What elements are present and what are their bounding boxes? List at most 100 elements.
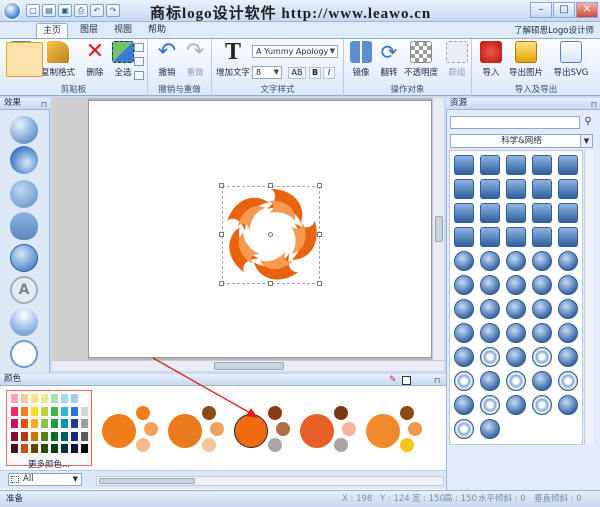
globe-icon[interactable] bbox=[558, 323, 578, 343]
globe-icon[interactable] bbox=[532, 251, 552, 271]
close-button[interactable]: ✕ bbox=[576, 2, 598, 18]
print-icon[interactable]: ⎙ bbox=[74, 4, 88, 17]
network-swirl-icon[interactable] bbox=[480, 347, 500, 367]
color-swatch[interactable] bbox=[50, 393, 59, 404]
globe-icon[interactable] bbox=[506, 347, 526, 367]
globe-icon[interactable] bbox=[480, 251, 500, 271]
more-colors-link[interactable]: 更多颜色... bbox=[6, 458, 92, 470]
effect-item-gradient[interactable] bbox=[10, 116, 38, 144]
color-swatch[interactable] bbox=[30, 405, 39, 417]
globe-icon[interactable] bbox=[532, 323, 552, 343]
opacity-button[interactable]: 不透明度 bbox=[402, 41, 440, 78]
pin-icon[interactable]: ⊓ bbox=[434, 376, 440, 385]
computer-device-icon[interactable] bbox=[558, 227, 578, 247]
cut-icon[interactable] bbox=[134, 43, 144, 52]
current-color-box[interactable] bbox=[402, 376, 411, 385]
color-set[interactable] bbox=[364, 404, 422, 460]
text-case-button[interactable]: AB bbox=[288, 67, 306, 79]
new-file-icon[interactable]: ▢ bbox=[26, 4, 40, 17]
computer-device-icon[interactable] bbox=[558, 179, 578, 199]
export-image-button[interactable]: 导出图片 bbox=[506, 41, 546, 78]
computer-device-icon[interactable] bbox=[454, 203, 474, 223]
globe-icon[interactable] bbox=[558, 299, 578, 319]
globe-icon[interactable] bbox=[506, 299, 526, 319]
rotate-center-handle[interactable] bbox=[268, 232, 273, 237]
globe-icon[interactable] bbox=[454, 299, 474, 319]
about-link[interactable]: 了解硕思Logo设计师 bbox=[514, 24, 594, 36]
color-swatch[interactable] bbox=[40, 405, 49, 417]
globe-icon[interactable] bbox=[558, 347, 578, 367]
globe-icon[interactable] bbox=[480, 299, 500, 319]
computer-device-icon[interactable] bbox=[506, 203, 526, 223]
globe-icon[interactable] bbox=[454, 323, 474, 343]
color-swatch[interactable] bbox=[50, 443, 59, 454]
redo-button[interactable]: ↷ 重做 bbox=[178, 41, 212, 79]
resource-category-select[interactable]: 科学&网络 ▼ bbox=[450, 134, 593, 148]
color-swatch[interactable] bbox=[40, 430, 49, 442]
color-swatch[interactable] bbox=[70, 418, 79, 429]
scrollbar-thumb[interactable] bbox=[435, 216, 443, 242]
resource-search-input[interactable] bbox=[450, 116, 580, 129]
network-swirl-icon[interactable] bbox=[506, 371, 526, 391]
globe-icon[interactable] bbox=[532, 275, 552, 295]
color-swatch[interactable] bbox=[80, 443, 89, 454]
redo-icon[interactable]: ↷ bbox=[106, 4, 120, 17]
resize-handle[interactable] bbox=[317, 281, 322, 286]
computer-device-icon[interactable] bbox=[454, 179, 474, 199]
globe-icon[interactable] bbox=[506, 323, 526, 343]
resource-scrollbar[interactable] bbox=[584, 150, 594, 445]
color-swatch[interactable] bbox=[70, 405, 79, 417]
font-family-select[interactable]: A Yummy Apology ▼ bbox=[252, 45, 338, 58]
pin-icon[interactable]: ⊓ bbox=[41, 99, 47, 110]
add-text-button[interactable]: T 增加文字 bbox=[214, 40, 252, 78]
tab-home[interactable]: 主页 bbox=[36, 23, 69, 38]
effect-item-ring[interactable] bbox=[10, 340, 38, 368]
color-swatch[interactable] bbox=[60, 430, 69, 442]
paste-icon[interactable] bbox=[134, 71, 144, 80]
computer-device-icon[interactable] bbox=[454, 155, 474, 175]
globe-icon[interactable] bbox=[480, 371, 500, 391]
minimize-button[interactable]: – bbox=[530, 2, 552, 18]
color-swatch[interactable] bbox=[20, 393, 29, 404]
globe-icon[interactable] bbox=[558, 251, 578, 271]
color-swatch[interactable] bbox=[20, 418, 29, 429]
color-swatch[interactable] bbox=[80, 393, 89, 404]
import-button[interactable]: 导入 bbox=[474, 41, 508, 78]
network-swirl-icon[interactable] bbox=[532, 347, 552, 367]
color-swatch[interactable] bbox=[80, 405, 89, 417]
color-swatch[interactable] bbox=[10, 418, 19, 429]
copy-format-button[interactable]: 复制格式 bbox=[38, 41, 78, 78]
scrollbar-thumb[interactable] bbox=[99, 478, 195, 484]
color-swatch[interactable] bbox=[10, 393, 19, 404]
effect-item-text-a[interactable]: A bbox=[10, 276, 38, 304]
effect-item-shadow[interactable] bbox=[10, 212, 38, 240]
resize-handle[interactable] bbox=[219, 281, 224, 286]
globe-icon[interactable] bbox=[454, 275, 474, 295]
computer-device-icon[interactable] bbox=[532, 155, 552, 175]
color-swatch[interactable] bbox=[30, 430, 39, 442]
copy-icon[interactable] bbox=[134, 57, 144, 66]
globe-icon[interactable] bbox=[558, 395, 578, 415]
pin-icon[interactable]: ⊓ bbox=[591, 99, 597, 110]
network-swirl-icon[interactable] bbox=[558, 371, 578, 391]
italic-button[interactable]: I bbox=[323, 67, 335, 79]
color-swatch[interactable] bbox=[30, 393, 39, 404]
flip-button[interactable]: ⟳ 翻转 bbox=[372, 41, 406, 78]
effect-item-gloss[interactable] bbox=[10, 308, 38, 336]
computer-device-icon[interactable] bbox=[532, 179, 552, 199]
color-swatch[interactable] bbox=[10, 430, 19, 442]
export-svg-button[interactable]: 导出SVG bbox=[550, 41, 592, 78]
resize-handle[interactable] bbox=[219, 183, 224, 188]
color-swatch[interactable] bbox=[60, 393, 69, 404]
eyedropper-icon[interactable]: ✎ bbox=[389, 376, 398, 385]
network-swirl-icon[interactable] bbox=[532, 395, 552, 415]
color-swatch[interactable] bbox=[60, 418, 69, 429]
color-swatch[interactable] bbox=[10, 443, 19, 454]
resize-handle[interactable] bbox=[317, 183, 322, 188]
font-size-select[interactable]: 8 ▼ bbox=[252, 66, 282, 79]
computer-device-icon[interactable] bbox=[480, 203, 500, 223]
resize-handle[interactable] bbox=[219, 232, 224, 237]
color-set[interactable] bbox=[298, 404, 356, 460]
computer-device-icon[interactable] bbox=[532, 227, 552, 247]
canvas-vertical-scrollbar[interactable] bbox=[432, 98, 444, 360]
